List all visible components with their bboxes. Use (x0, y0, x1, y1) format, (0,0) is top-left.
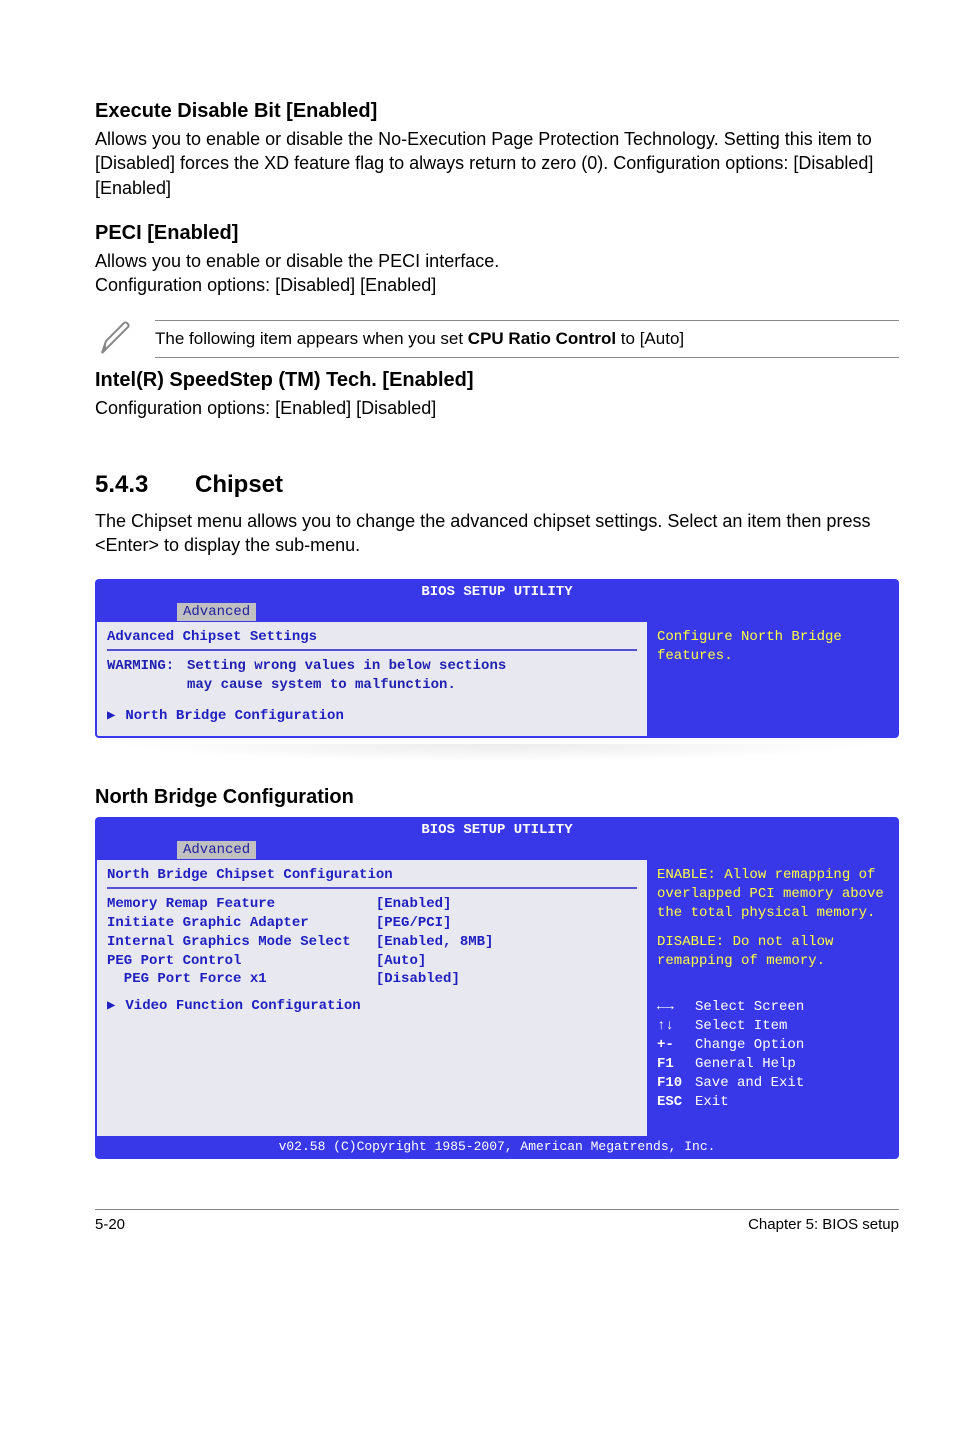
key-hint-row: ↑↓Select Item (657, 1017, 887, 1036)
body-speedstep: Configuration options: [Enabled] [Disabl… (95, 396, 899, 420)
bios2-config-row: PEG Port Control [Auto] (107, 952, 637, 971)
key-hint-desc: Save and Exit (695, 1074, 804, 1093)
bios1-help: Configure North Bridge features. (657, 628, 887, 666)
page-footer: 5-20 Chapter 5: BIOS setup (95, 1209, 899, 1233)
heading-exec-disable: Execute Disable Bit [Enabled] (95, 100, 899, 123)
heading-north-bridge-config: North Bridge Configuration (95, 786, 899, 809)
submenu-arrow-icon: ▶ (107, 997, 117, 1016)
bios2-config-row: PEG Port Force x1 [Disabled] (107, 970, 637, 989)
heading-peci: PECI [Enabled] (95, 222, 899, 245)
bios2-title: BIOS SETUP UTILITY (97, 819, 897, 841)
page-number: 5-20 (95, 1216, 125, 1233)
key-hint-key: +- (657, 1036, 695, 1055)
bios2-tab-advanced: Advanced (177, 841, 256, 859)
heading-speedstep: Intel(R) SpeedStep (TM) Tech. [Enabled] (95, 369, 899, 392)
key-hint-desc: Exit (695, 1093, 729, 1112)
note-suffix: to [Auto] (616, 329, 684, 348)
bios1-menu-north-bridge: ▶ North Bridge Configuration (107, 707, 637, 726)
heading-chipset-title: Chipset (195, 471, 283, 498)
bios1-warning-line2: may cause system to malfunction. (187, 676, 506, 695)
key-hint-desc: Change Option (695, 1036, 804, 1055)
key-hint-desc: Select Screen (695, 998, 804, 1017)
bios2-help-enable: ENABLE: Allow remapping of overlapped PC… (657, 866, 887, 923)
bios2-config-row: Internal Graphics Mode Select [Enabled, … (107, 933, 637, 952)
heading-chipset-num: 5.4.3 (95, 471, 195, 499)
bios1-menu-label: North Bridge Configuration (125, 708, 343, 724)
bios2-heading: North Bridge Chipset Configuration (107, 866, 637, 889)
body-exec-disable: Allows you to enable or disable the No-E… (95, 127, 899, 200)
bios1-tab-advanced: Advanced (177, 603, 256, 621)
body-peci: Allows you to enable or disable the PECI… (95, 249, 899, 298)
chapter-label: Chapter 5: BIOS setup (748, 1216, 899, 1233)
bios-screenshot-1: BIOS SETUP UTILITY Advanced Advanced Chi… (95, 579, 899, 738)
bios2-help-disable: DISABLE: Do not allow remapping of memor… (657, 933, 887, 971)
submenu-arrow-icon: ▶ (107, 707, 117, 726)
bios2-config-row: Initiate Graphic Adapter [PEG/PCI] (107, 914, 637, 933)
bios1-heading: Advanced Chipset Settings (107, 628, 637, 651)
bios1-warning-line1: Setting wrong values in below sections (187, 657, 506, 676)
key-hint-key: ←→ (657, 998, 695, 1017)
key-hint-desc: General Help (695, 1055, 796, 1074)
bios2-config-row: Memory Remap Feature [Enabled] (107, 895, 637, 914)
shadow-decoration (115, 744, 879, 762)
bios1-warning-label: WARMING: (107, 657, 187, 695)
bios2-key-hints: ←→Select Screen↑↓Select Item+-Change Opt… (657, 998, 887, 1111)
bios2-submenu-video: ▶ Video Function Configuration (107, 997, 637, 1016)
key-hint-key: F10 (657, 1074, 695, 1093)
pencil-icon (95, 319, 137, 359)
note-text: The following item appears when you set … (155, 329, 684, 348)
key-hint-row: F1General Help (657, 1055, 887, 1074)
key-hint-desc: Select Item (695, 1017, 787, 1036)
bios2-footer: v02.58 (C)Copyright 1985-2007, American … (97, 1136, 897, 1158)
bios2-submenu-label: Video Function Configuration (125, 998, 360, 1014)
bios-screenshot-2: BIOS SETUP UTILITY Advanced North Bridge… (95, 817, 899, 1160)
note-callout: The following item appears when you set … (95, 319, 899, 359)
bios1-title: BIOS SETUP UTILITY (97, 581, 897, 603)
key-hint-row: F10Save and Exit (657, 1074, 887, 1093)
key-hint-row: ESCExit (657, 1093, 887, 1112)
note-prefix: The following item appears when you set (155, 329, 468, 348)
key-hint-row: +-Change Option (657, 1036, 887, 1055)
key-hint-key: ↑↓ (657, 1017, 695, 1036)
key-hint-key: F1 (657, 1055, 695, 1074)
key-hint-row: ←→Select Screen (657, 998, 887, 1017)
note-bold: CPU Ratio Control (468, 329, 616, 348)
heading-chipset: 5.4.3Chipset (95, 471, 899, 499)
body-chipset: The Chipset menu allows you to change th… (95, 509, 899, 558)
key-hint-key: ESC (657, 1093, 695, 1112)
